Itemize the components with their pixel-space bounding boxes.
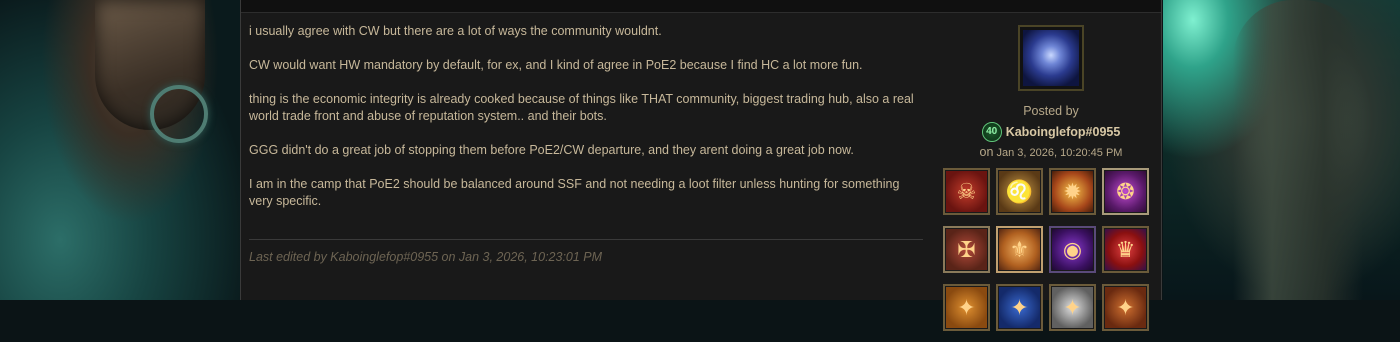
character-art <box>1233 0 1363 300</box>
post-paragraph: GGG didn't do a great job of stopping th… <box>249 143 854 157</box>
post-divider <box>249 239 923 240</box>
on-label: on <box>979 145 994 159</box>
avatar[interactable] <box>1023 30 1079 86</box>
maw-badge-icon[interactable]: ❂ <box>1102 168 1149 215</box>
post-date: on Jan 3, 2026, 10:20:45 PM <box>941 145 1161 159</box>
demon-face-badge-icon[interactable]: ☠ <box>943 168 990 215</box>
post-content: i usually agree with CW but there are a … <box>249 23 917 227</box>
post-timestamp: Jan 3, 2026, 10:20:45 PM <box>996 147 1123 159</box>
post-paragraph: CW would want HW mandatory by default, f… <box>249 58 863 72</box>
cross-shield-badge-icon[interactable]: ✠ <box>943 226 990 273</box>
partial-badge-icon[interactable]: ✦ <box>1102 284 1149 331</box>
left-background-artwork <box>0 0 240 300</box>
badge-row: ✠ ⚜ ◉ ♛ <box>943 226 1153 273</box>
crown-flame-badge-icon[interactable]: ♛ <box>1102 226 1149 273</box>
partial-badge-icon[interactable]: ✦ <box>996 284 1043 331</box>
eye-badge-icon[interactable]: ◉ <box>1049 226 1096 273</box>
badge-row: ✦ ✦ ✦ ✦ <box>943 284 1153 331</box>
lion-badge-icon[interactable]: ♌ <box>996 168 1043 215</box>
partial-badge-icon[interactable]: ✦ <box>943 284 990 331</box>
wings-badge-icon[interactable]: ⚜ <box>996 226 1043 273</box>
partial-badge-icon[interactable]: ✦ <box>1049 284 1096 331</box>
badge-row: ☠ ♌ ✹ ❂ <box>943 168 1153 215</box>
last-edited-note: Last edited by Kaboinglefop#0955 on Jan … <box>249 250 603 264</box>
forum-post-panel: i usually agree with CW but there are a … <box>240 0 1162 331</box>
author-info: Posted by 40 Kaboinglefop#0955 on Jan 3,… <box>941 25 1161 159</box>
posted-by-label: Posted by <box>1023 104 1079 118</box>
porthole-art <box>150 85 208 143</box>
author-line: 40 Kaboinglefop#0955 <box>941 122 1161 142</box>
level-badge-icon: 40 <box>981 122 1002 142</box>
post-paragraph: I am in the camp that PoE2 should be bal… <box>249 177 900 208</box>
post-paragraph: thing is the economic integrity is alrea… <box>249 92 914 123</box>
post-top-bar <box>241 0 1161 13</box>
post-paragraph: i usually agree with CW but there are a … <box>249 24 662 38</box>
sun-star-badge-icon[interactable]: ✹ <box>1049 168 1096 215</box>
avatar-frame[interactable] <box>1018 25 1084 91</box>
achievement-badges: ☠ ♌ ✹ ❂ ✠ ⚜ ◉ ♛ ✦ ✦ ✦ ✦ <box>943 168 1153 342</box>
author-name-link[interactable]: Kaboinglefop#0955 <box>1006 125 1121 139</box>
right-background-artwork <box>1163 0 1400 300</box>
